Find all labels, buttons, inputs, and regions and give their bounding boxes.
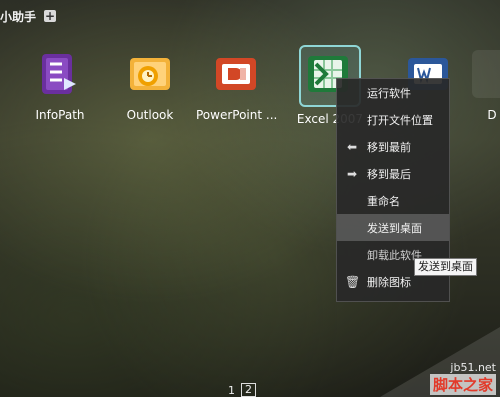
menu-item-label: 删除图标 xyxy=(367,275,411,289)
menu-item-label: 运行软件 xyxy=(367,86,411,100)
menu-item-open-location[interactable]: 打开文件位置 xyxy=(337,106,449,133)
app-powerpoint[interactable]: PowerPoint ... xyxy=(196,50,278,122)
blank-icon xyxy=(345,248,359,262)
watermark-url: jb51.net xyxy=(450,361,496,374)
menu-item-label: 移到最后 xyxy=(367,167,411,181)
watermark-brand: 脚本之家 xyxy=(429,374,496,395)
blank-icon xyxy=(345,221,359,235)
menu-item-move-first[interactable]: ⬅ 移到最前 xyxy=(337,133,449,160)
app-icon xyxy=(472,50,500,98)
powerpoint-icon xyxy=(212,50,260,98)
menu-item-label: 移到最前 xyxy=(367,140,411,154)
infopath-icon xyxy=(36,50,84,98)
blank-icon xyxy=(345,86,359,100)
menu-item-label: 重命名 xyxy=(367,194,400,208)
app-outlook[interactable]: Outlook xyxy=(110,50,190,122)
app-label: D xyxy=(487,108,497,122)
arrow-left-icon: ⬅ xyxy=(346,139,358,154)
app-infopath[interactable]: InfoPath xyxy=(20,50,100,122)
window-title: 小助手 xyxy=(0,9,37,24)
tooltip: 发送到桌面 xyxy=(414,258,477,276)
app-label: Outlook xyxy=(126,108,174,122)
watermark: jb51.net 脚本之家 xyxy=(429,361,496,395)
menu-item-run[interactable]: 运行软件 xyxy=(337,79,449,106)
app-partial[interactable]: D xyxy=(472,50,500,122)
menu-item-label: 发送到桌面 xyxy=(367,221,422,235)
menu-item-send-to-desktop[interactable]: 发送到桌面 xyxy=(337,214,449,241)
add-icon[interactable]: + xyxy=(44,10,57,22)
arrow-right-icon: ➡ xyxy=(346,166,358,181)
menu-item-rename[interactable]: 重命名 xyxy=(337,187,449,214)
pager: 1 2 xyxy=(228,383,256,397)
blank-icon xyxy=(345,194,359,208)
app-label: PowerPoint ... xyxy=(196,108,278,122)
outlook-icon xyxy=(126,50,174,98)
page-2[interactable]: 2 xyxy=(241,383,256,397)
blank-icon xyxy=(345,113,359,127)
menu-item-label: 打开文件位置 xyxy=(367,113,433,127)
top-bar: 小助手 + xyxy=(0,0,120,32)
menu-item-move-last[interactable]: ➡ 移到最后 xyxy=(337,160,449,187)
page-1[interactable]: 1 xyxy=(228,384,235,397)
app-label: InfoPath xyxy=(35,108,85,122)
trash-icon: 🗑 xyxy=(345,274,361,289)
